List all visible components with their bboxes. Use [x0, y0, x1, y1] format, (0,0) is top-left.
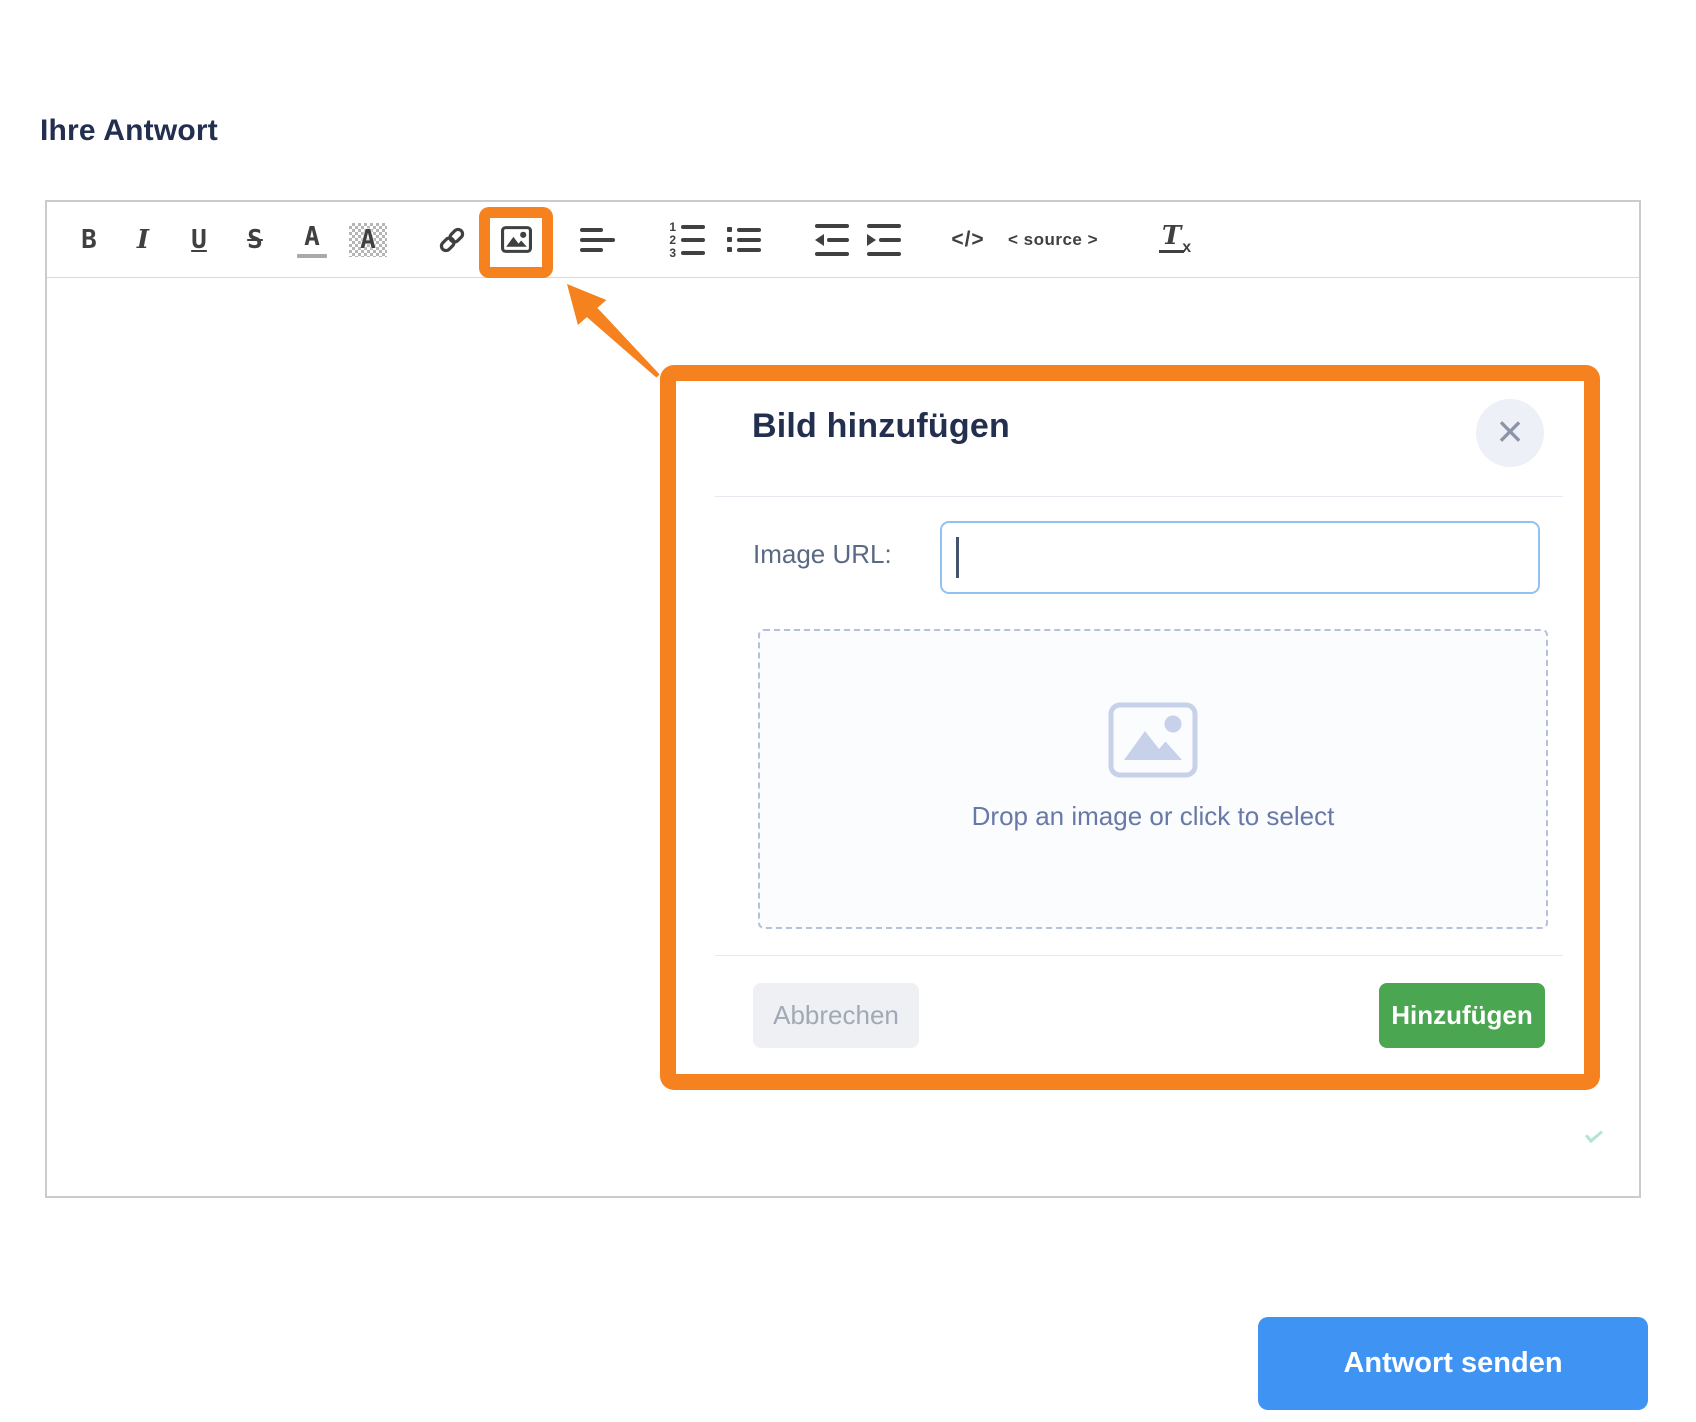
bold-icon: B [81, 224, 97, 255]
dropzone-text: Drop an image or click to select [971, 801, 1335, 831]
code-icon: </> [951, 227, 985, 251]
image-url-input[interactable] [940, 521, 1540, 594]
background-color-button[interactable]: A [346, 202, 390, 277]
outdent-icon [815, 223, 849, 256]
image-placeholder-icon [1108, 702, 1198, 778]
unordered-list-icon [727, 227, 761, 252]
page-title: Ihre Antwort [40, 114, 218, 147]
italic-icon: I [136, 224, 150, 255]
font-color-icon: A [297, 222, 327, 258]
text-caret [956, 537, 959, 578]
unordered-list-button[interactable] [720, 202, 768, 277]
clear-formatting-button[interactable]: T x [1151, 202, 1199, 277]
italic-button[interactable]: I [121, 202, 165, 277]
link-button[interactable] [430, 202, 474, 277]
source-button[interactable]: < source > [998, 202, 1108, 277]
cancel-button[interactable]: Abbrechen [753, 983, 919, 1048]
indent-icon [867, 223, 901, 256]
close-icon: × [1496, 405, 1524, 457]
align-button[interactable] [575, 202, 619, 277]
modal-title: Bild hinzufügen [752, 407, 1010, 445]
outdent-button[interactable] [808, 202, 856, 277]
ordered-list-icon: 1 2 3 [665, 221, 705, 259]
modal-header-divider [715, 496, 1563, 497]
font-color-button[interactable]: A [290, 202, 334, 277]
strikethrough-button[interactable]: S [233, 202, 277, 277]
underline-button[interactable]: U [177, 202, 221, 277]
close-button[interactable]: × [1476, 399, 1544, 467]
ordered-list-button[interactable]: 1 2 3 [661, 202, 709, 277]
strikethrough-icon: S [247, 224, 263, 255]
page: Ihre Antwort B I U S A A 1 2 3 </> < sou… [0, 0, 1696, 1422]
send-answer-button[interactable]: Antwort senden [1258, 1317, 1648, 1410]
align-icon [579, 227, 615, 252]
link-icon [439, 227, 465, 252]
image-url-label: Image URL: [753, 539, 892, 569]
source-label: < source > [1007, 229, 1099, 249]
code-button[interactable]: </> [940, 202, 996, 277]
image-button-highlight [479, 207, 553, 278]
modal-footer-divider [715, 955, 1563, 956]
underline-icon: U [191, 224, 207, 255]
clear-formatting-icon: T x [1158, 223, 1191, 257]
indent-button[interactable] [860, 202, 908, 277]
editor-toolbar: B I U S A A 1 2 3 </> < source > T x [47, 202, 1639, 278]
add-image-modal: Bild hinzufügen × Image URL: Drop an ima… [660, 365, 1600, 1090]
image-dropzone[interactable]: Drop an image or click to select [758, 629, 1548, 929]
background-color-icon: A [349, 222, 387, 257]
bold-button[interactable]: B [67, 202, 111, 277]
add-button[interactable]: Hinzufügen [1379, 983, 1545, 1048]
